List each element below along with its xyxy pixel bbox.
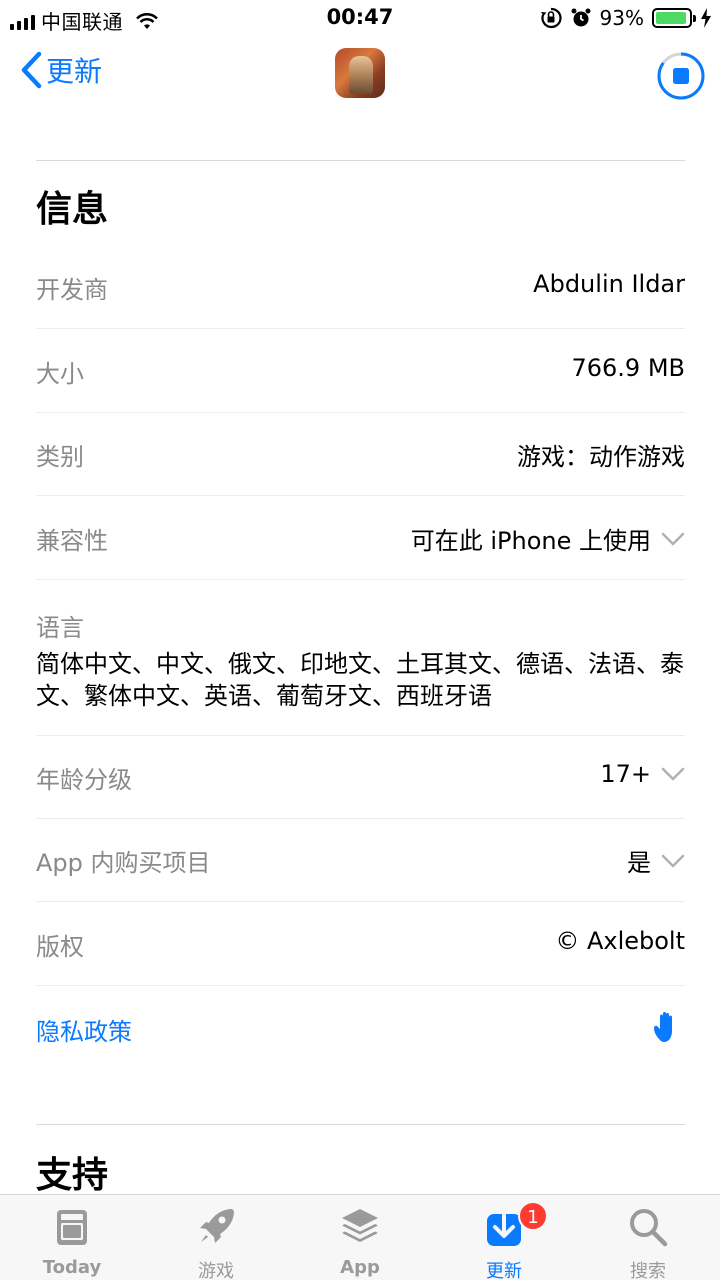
category-text: 游戏：动作游戏 bbox=[517, 443, 685, 471]
support-section-title: 支持 bbox=[36, 1155, 109, 1196]
tab-label: Today bbox=[42, 1257, 102, 1278]
download-stop-icon[interactable] bbox=[656, 51, 706, 101]
chevron-down-icon[interactable] bbox=[661, 853, 685, 869]
app-icon bbox=[335, 48, 385, 98]
tab-today[interactable]: Today bbox=[0, 1195, 144, 1280]
size-text: 766.9 MB bbox=[571, 354, 685, 382]
chevron-left-icon bbox=[21, 51, 42, 89]
copyright-text: © Axlebolt bbox=[555, 927, 685, 955]
info-row-size: 大小 766.9 MB bbox=[36, 330, 685, 413]
nav-bar: 更新 bbox=[0, 36, 720, 110]
status-bar: 中国联通 00:47 93% bbox=[0, 0, 720, 36]
in-app-purchase-text: 是 bbox=[627, 849, 651, 877]
developer-name: Abdulin Ildar bbox=[533, 270, 685, 298]
info-row-in-app-purchase[interactable]: App 内购买项目 是 bbox=[36, 819, 685, 902]
alarm-icon bbox=[571, 8, 591, 27]
charging-icon bbox=[701, 8, 711, 28]
tab-updates[interactable]: 1 更新 bbox=[432, 1195, 576, 1280]
size-label: 大小 bbox=[36, 360, 84, 388]
privacy-hand-icon[interactable] bbox=[652, 1010, 682, 1044]
updates-badge: 1 bbox=[518, 1201, 548, 1231]
compatibility-text: 可在此 iPhone 上使用 bbox=[410, 527, 651, 555]
compatibility-label: 兼容性 bbox=[36, 527, 108, 555]
tab-label: 游戏 bbox=[198, 1261, 234, 1280]
status-right: 93% bbox=[540, 6, 712, 30]
in-app-purchase-label: App 内购买项目 bbox=[36, 849, 211, 877]
info-row-copyright: 版权 © Axlebolt bbox=[36, 903, 685, 986]
tab-label: 搜索 bbox=[630, 1261, 666, 1280]
divider bbox=[36, 1124, 685, 1125]
category-label: 类别 bbox=[36, 443, 84, 471]
tab-bar: Today 游戏 App 1 更新 搜索 bbox=[0, 1194, 720, 1280]
tab-search[interactable]: 搜索 bbox=[576, 1195, 720, 1280]
languages-value: 简体中文、中文、俄文、印地文、土耳其文、德语、法语、泰文、繁体中文、英语、葡萄牙… bbox=[36, 650, 684, 710]
tab-apps[interactable]: App bbox=[288, 1195, 432, 1280]
age-rating-value: 17+ bbox=[600, 760, 685, 788]
in-app-purchase-value: 是 bbox=[627, 843, 685, 878]
compatibility-value: 可在此 iPhone 上使用 bbox=[411, 521, 685, 556]
tab-label: 更新 bbox=[486, 1261, 522, 1280]
info-row-age-rating[interactable]: 年龄分级 17+ bbox=[36, 736, 685, 819]
info-row-developer: 开发商 Abdulin Ildar bbox=[36, 246, 685, 329]
age-rating-label: 年龄分级 bbox=[36, 766, 132, 794]
search-icon bbox=[630, 1209, 668, 1247]
chevron-down-icon[interactable] bbox=[661, 531, 685, 547]
tab-games[interactable]: 游戏 bbox=[144, 1195, 288, 1280]
divider bbox=[36, 160, 685, 161]
copyright-value: © Axlebolt bbox=[555, 927, 685, 955]
developer-label: 开发商 bbox=[36, 276, 108, 304]
tab-label: App bbox=[340, 1257, 380, 1278]
age-rating-text: 17+ bbox=[600, 760, 651, 788]
chevron-down-icon[interactable] bbox=[661, 766, 685, 782]
battery-percent: 93% bbox=[599, 6, 644, 30]
info-row-compatibility[interactable]: 兼容性 可在此 iPhone 上使用 bbox=[36, 497, 685, 580]
back-label: 更新 bbox=[46, 55, 103, 88]
size-value: 766.9 MB bbox=[571, 354, 685, 382]
info-section-title: 信息 bbox=[36, 189, 109, 230]
languages-label: 语言 bbox=[36, 614, 84, 642]
privacy-policy-link[interactable]: 隐私政策 bbox=[36, 1012, 132, 1047]
info-row-languages: 语言 简体中文、中文、俄文、印地文、土耳其文、德语、法语、泰文、繁体中文、英语、… bbox=[36, 580, 685, 736]
back-button[interactable]: 更新 bbox=[20, 50, 102, 90]
category-value: 游戏：动作游戏 bbox=[517, 437, 685, 472]
info-row-category: 类别 游戏：动作游戏 bbox=[36, 413, 685, 496]
copyright-label: 版权 bbox=[36, 933, 84, 961]
battery-icon bbox=[652, 8, 696, 28]
developer-value: Abdulin Ildar bbox=[533, 270, 685, 298]
rocket-icon bbox=[200, 1209, 234, 1243]
today-icon bbox=[57, 1210, 87, 1245]
orientation-lock-icon bbox=[540, 7, 562, 29]
layers-icon bbox=[342, 1209, 378, 1242]
